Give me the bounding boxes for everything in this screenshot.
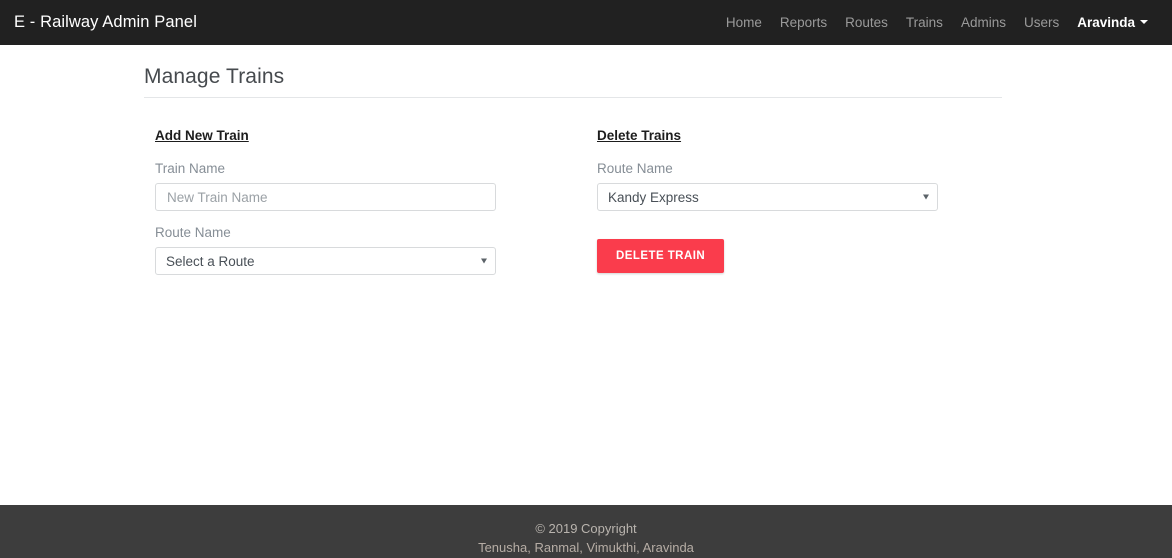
add-route-select[interactable]: Select a Route bbox=[155, 247, 496, 275]
add-train-heading[interactable]: Add New Train bbox=[155, 128, 249, 143]
delete-train-panel: Delete Trains Route Name Kandy Express D… bbox=[584, 127, 1024, 289]
add-train-panel: Add New Train Train Name Route Name Sele… bbox=[144, 127, 584, 289]
nav-link-home[interactable]: Home bbox=[717, 15, 771, 30]
nav-link-users[interactable]: Users bbox=[1015, 15, 1068, 30]
page-footer: © 2019 Copyright Tenusha, Ranmal, Vimukt… bbox=[0, 505, 1172, 558]
delete-trains-heading[interactable]: Delete Trains bbox=[597, 128, 681, 143]
delete-route-select-wrap: Kandy Express bbox=[597, 183, 938, 211]
delete-route-field-group: Route Name Kandy Express bbox=[597, 161, 1024, 211]
nav-link-trains[interactable]: Trains bbox=[897, 15, 952, 30]
user-menu-label: Aravinda bbox=[1077, 15, 1135, 30]
delete-train-button[interactable]: DELETE TRAIN bbox=[597, 239, 725, 273]
user-dropdown-menu[interactable]: Aravinda bbox=[1068, 15, 1158, 30]
add-route-field-group: Route Name Select a Route bbox=[155, 225, 584, 275]
train-name-field-group: Train Name bbox=[155, 161, 584, 211]
nav-link-reports[interactable]: Reports bbox=[771, 15, 836, 30]
footer-authors: Tenusha, Ranmal, Vimukthi, Aravinda bbox=[478, 540, 694, 555]
main-container: Manage Trains Add New Train Train Name R… bbox=[0, 45, 1172, 289]
nav-link-routes[interactable]: Routes bbox=[836, 15, 897, 30]
add-route-select-wrap: Select a Route bbox=[155, 247, 496, 275]
navbar-nav: Home Reports Routes Trains Admins Users … bbox=[717, 15, 1158, 30]
top-navbar: E - Railway Admin Panel Home Reports Rou… bbox=[0, 0, 1172, 45]
delete-route-select[interactable]: Kandy Express bbox=[597, 183, 938, 211]
page-title: Manage Trains bbox=[144, 65, 285, 88]
footer-copyright: © 2019 Copyright bbox=[535, 521, 637, 536]
forms-row: Add New Train Train Name Route Name Sele… bbox=[144, 98, 1172, 289]
train-name-label: Train Name bbox=[155, 161, 226, 176]
chevron-down-icon bbox=[1140, 20, 1148, 24]
delete-route-name-label: Route Name bbox=[597, 161, 673, 176]
nav-link-admins[interactable]: Admins bbox=[952, 15, 1015, 30]
add-route-name-label: Route Name bbox=[155, 225, 231, 240]
navbar-brand[interactable]: E - Railway Admin Panel bbox=[14, 13, 197, 32]
train-name-input[interactable] bbox=[155, 183, 496, 211]
